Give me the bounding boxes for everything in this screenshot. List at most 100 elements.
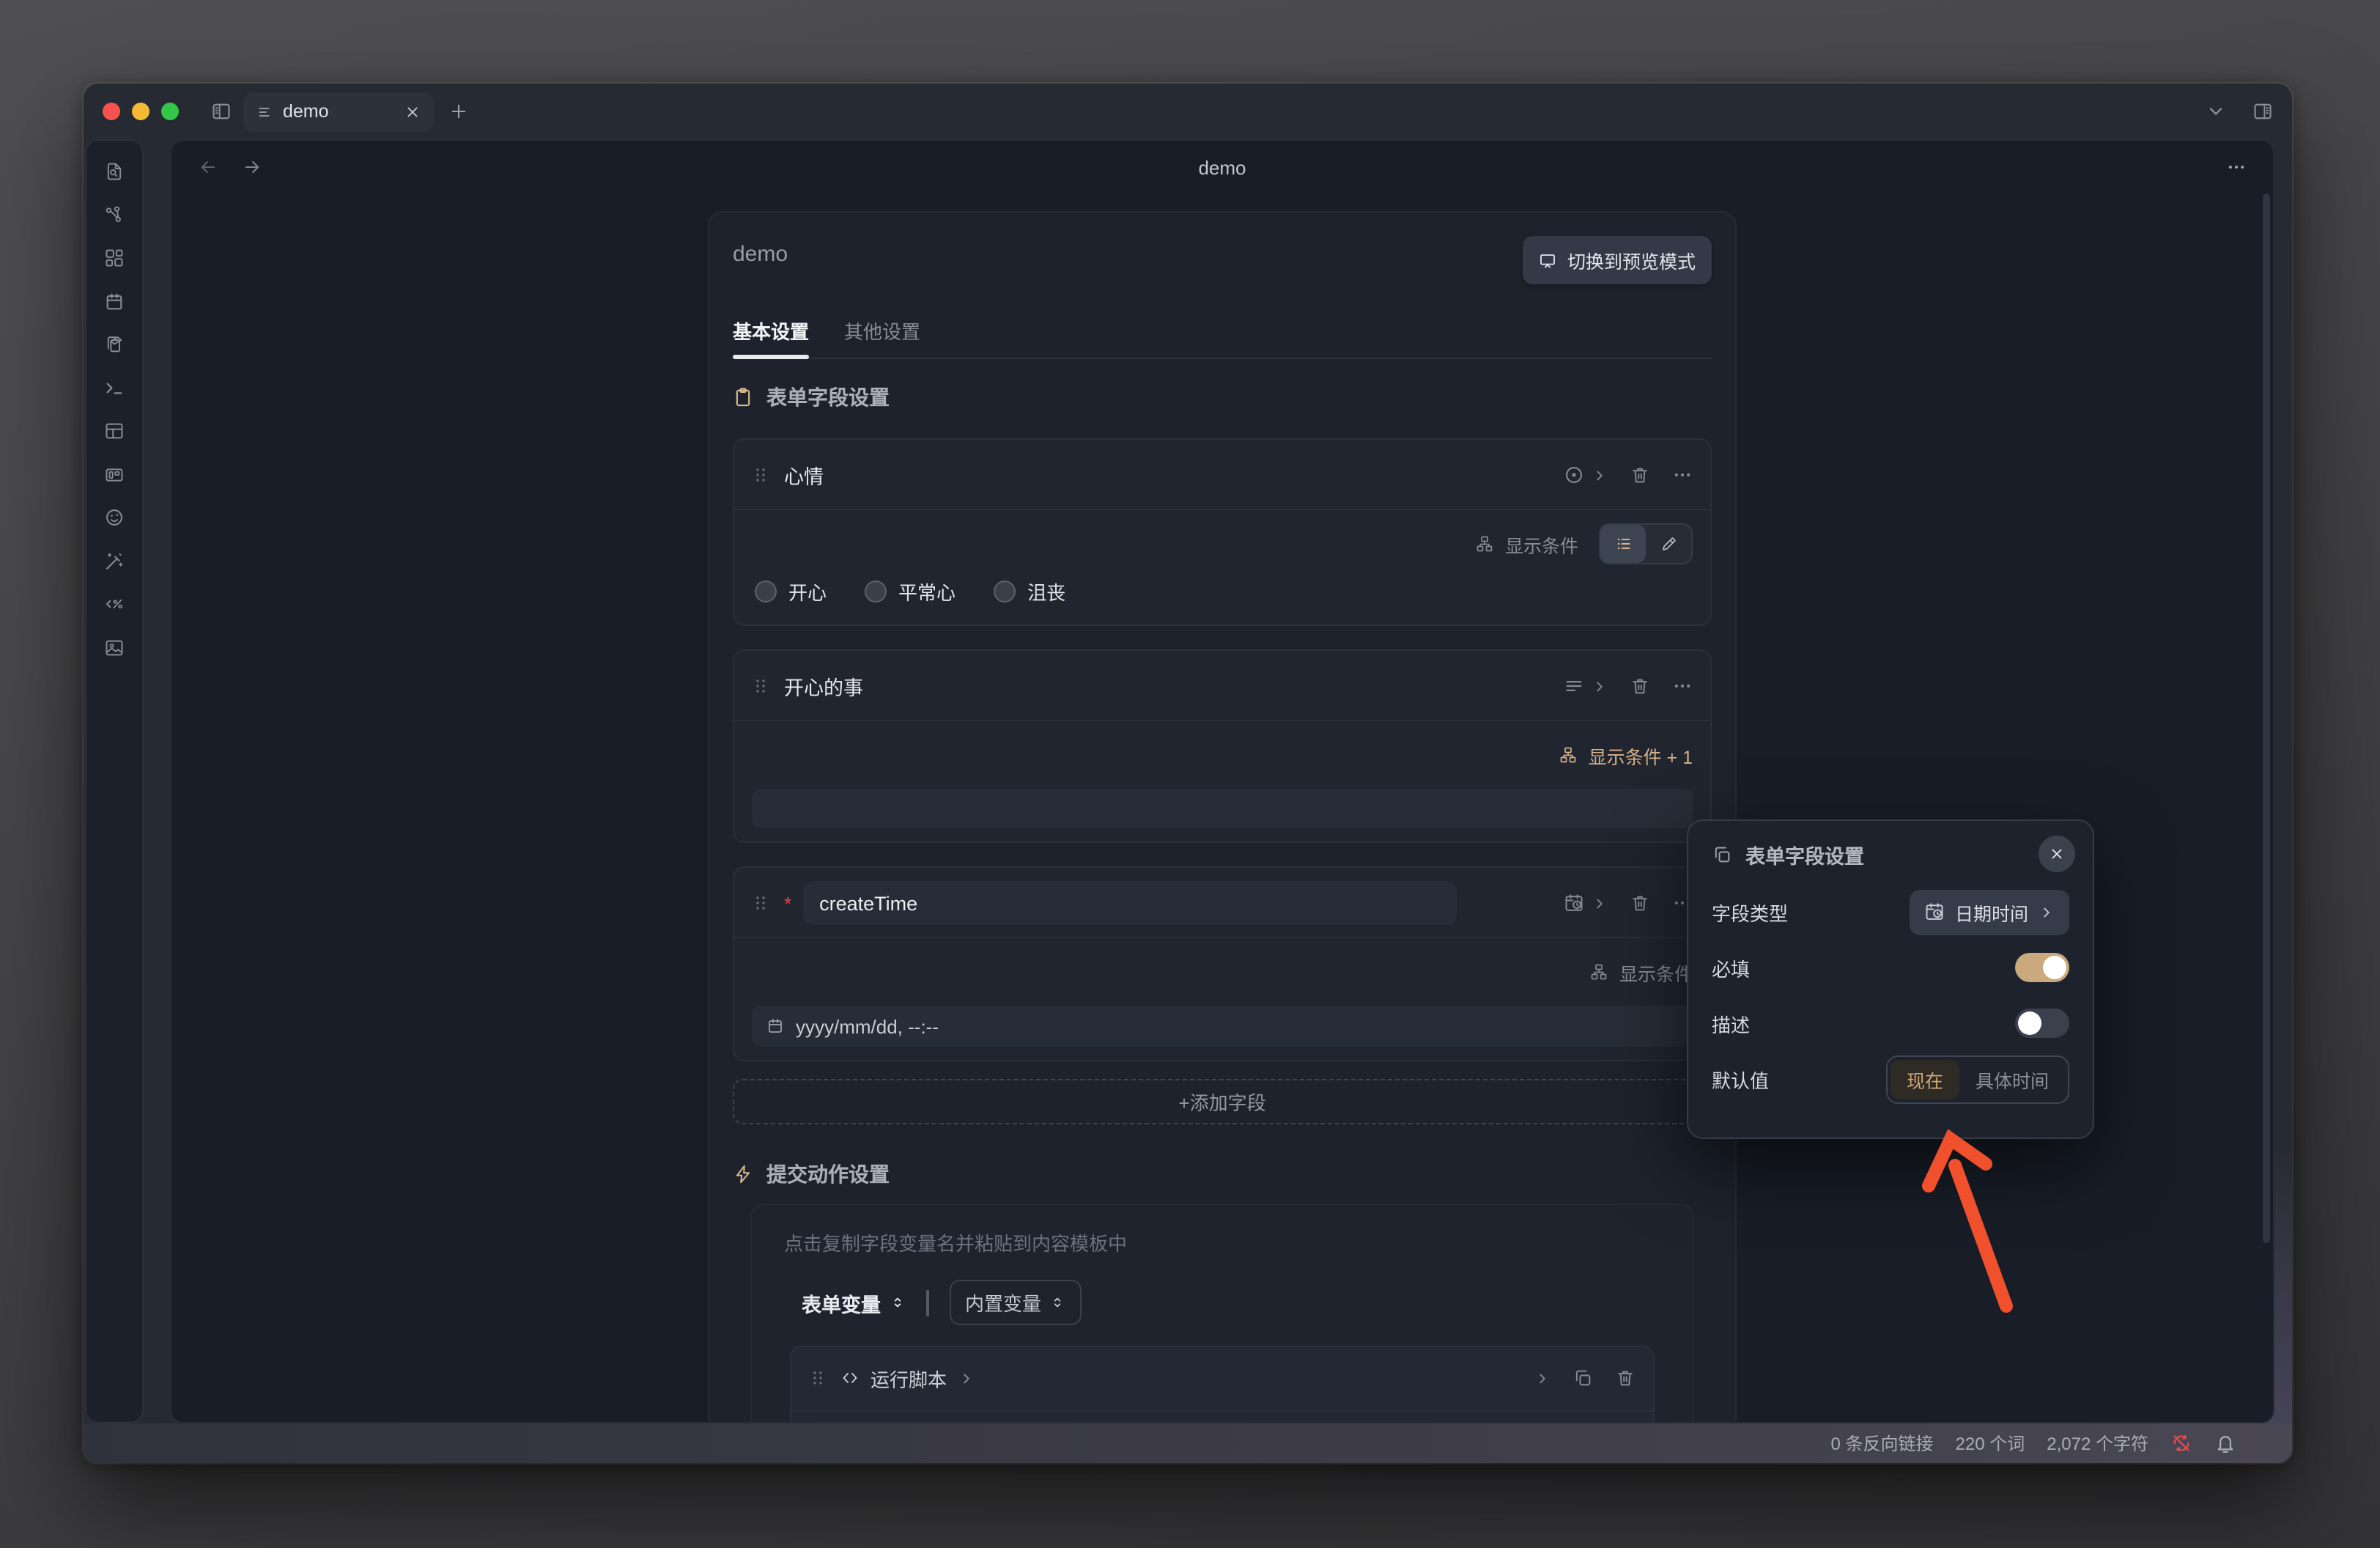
default-specific-time-button[interactable]: 具体时间: [1959, 1059, 2065, 1099]
delete-field-icon[interactable]: [1630, 893, 1650, 913]
radio-option[interactable]: 开心: [755, 578, 827, 605]
delete-field-icon[interactable]: [1630, 676, 1650, 696]
backlinks-count: 0 条反向链接: [1831, 1431, 1934, 1456]
option-edit-mode-button[interactable]: [1646, 525, 1691, 563]
default-now-button[interactable]: 现在: [1891, 1059, 1959, 1099]
radio-circle[interactable]: [994, 580, 1016, 602]
updown-chevrons-icon: [1049, 1294, 1065, 1311]
display-condition-label[interactable]: 显示条件: [1505, 530, 1578, 558]
right-panel-toggle-icon[interactable]: [2252, 101, 2273, 122]
text-lines-icon: [1564, 676, 1584, 696]
layout-table-icon[interactable]: [103, 419, 126, 443]
drag-handle-icon[interactable]: [752, 894, 769, 912]
scrollbar[interactable]: [2263, 194, 2270, 1243]
radio-circle[interactable]: [755, 580, 777, 602]
graph-view-icon[interactable]: [103, 203, 126, 226]
chevron-right-icon: [1592, 467, 1608, 483]
required-toggle[interactable]: [2015, 953, 2069, 982]
close-window-button[interactable]: [103, 103, 120, 120]
display-condition-label[interactable]: 显示条件 + 1: [1589, 741, 1693, 769]
statusbar: 0 条反向链接 220 个词 2,072 个字符: [84, 1423, 2292, 1463]
field-type-select[interactable]: 日期时间: [1910, 889, 2069, 935]
chevron-right-icon: [1592, 678, 1608, 694]
calendar-icon[interactable]: [103, 290, 126, 313]
template-code-icon[interactable]: [103, 592, 126, 616]
sync-error-icon[interactable]: [2170, 1432, 2192, 1454]
sidebar-toggle-icon[interactable]: [211, 101, 232, 122]
field-label[interactable]: 开心的事: [784, 671, 863, 701]
drag-handle-icon[interactable]: [752, 466, 769, 484]
kanban-icon[interactable]: [103, 462, 126, 486]
nav-bar: demo: [171, 141, 2273, 194]
radio-option[interactable]: 沮丧: [994, 578, 1065, 605]
action-type[interactable]: 运行脚本: [841, 1364, 975, 1392]
description-toggle[interactable]: [2015, 1009, 2069, 1038]
calendar-clock-icon: [1564, 893, 1584, 913]
popup-close-button[interactable]: [2039, 836, 2075, 872]
ribbon-sidebar: [85, 139, 144, 1423]
chevron-right-icon: [2039, 904, 2055, 920]
code-brackets-icon: [841, 1369, 859, 1387]
field-type-radio-button[interactable]: [1564, 465, 1608, 485]
default-value-label: 默认值: [1712, 1065, 1769, 1093]
emoji-icon[interactable]: [103, 506, 126, 529]
field-settings-popup: 表单字段设置 字段类型 日期时间 必填: [1687, 819, 2094, 1139]
option-list-mode-button[interactable]: [1600, 525, 1646, 563]
add-field-button[interactable]: +添加字段: [733, 1079, 1712, 1124]
bell-icon[interactable]: [2214, 1432, 2236, 1454]
dashboard-icon[interactable]: [103, 246, 126, 270]
mood-options: 开心 平常心 沮丧: [755, 578, 1690, 605]
condition-sitemap-icon: [1559, 746, 1577, 764]
builtin-variables-select[interactable]: 内置变量: [949, 1280, 1081, 1325]
field-type-datetime-button[interactable]: [1564, 893, 1608, 913]
file-search-icon[interactable]: [103, 160, 126, 183]
tab-close-icon[interactable]: [404, 103, 421, 119]
preview-mode-button[interactable]: 切换到预览模式: [1523, 236, 1712, 284]
tab-other-settings[interactable]: 其他设置: [844, 317, 920, 358]
field-type-text-button[interactable]: [1564, 676, 1608, 696]
expand-action-icon[interactable]: [1534, 1370, 1551, 1386]
minimize-window-button[interactable]: [132, 103, 149, 120]
default-value-switch: 现在 具体时间: [1886, 1055, 2069, 1103]
annotation-arrow: [1918, 1124, 2027, 1315]
display-condition-label[interactable]: 显示条件: [1619, 958, 1693, 986]
chevron-right-icon: [1592, 895, 1608, 911]
radio-option[interactable]: 平常心: [865, 578, 956, 605]
copy-pages-icon[interactable]: [103, 333, 126, 356]
tab-demo[interactable]: demo: [243, 92, 434, 131]
field-block-happy-things: 开心的事: [733, 649, 1712, 843]
drag-handle-icon[interactable]: [752, 677, 769, 695]
delete-field-icon[interactable]: [1630, 465, 1650, 485]
desktop: demo: [0, 0, 2380, 1548]
field-more-icon[interactable]: [1672, 465, 1693, 485]
magic-wand-icon[interactable]: [103, 549, 126, 572]
actions-section-header: 提交动作设置: [733, 1160, 1712, 1189]
condition-sitemap-icon: [1476, 535, 1493, 553]
settings-tabs: 基本设置 其他设置: [733, 317, 1712, 359]
field-name-input[interactable]: createTime: [803, 881, 1457, 925]
tab-basic-settings[interactable]: 基本设置: [733, 317, 809, 358]
field-block-createtime: * createTime: [733, 866, 1712, 1061]
chevron-down-icon[interactable]: [2206, 101, 2226, 122]
fields-section-header: 表单字段设置: [733, 383, 1712, 412]
divider: [926, 1289, 928, 1316]
more-options-icon[interactable]: [2226, 157, 2247, 177]
condition-sitemap-icon: [1590, 963, 1608, 981]
copy-variable-hint: 点击复制字段变量名并粘贴到内容模板中: [784, 1228, 1663, 1256]
terminal-icon[interactable]: [103, 376, 126, 399]
clipboard-icon: [733, 387, 753, 408]
form-variables-select[interactable]: 表单变量: [802, 1288, 906, 1317]
new-tab-button[interactable]: [448, 101, 469, 122]
field-more-icon[interactable]: [1672, 676, 1693, 696]
drag-handle-icon[interactable]: [809, 1369, 827, 1387]
note-title: demo: [171, 156, 2273, 178]
radio-circle[interactable]: [865, 580, 887, 602]
pencil-icon: [1660, 535, 1677, 553]
delete-action-icon[interactable]: [1615, 1368, 1636, 1388]
text-field-input[interactable]: [752, 789, 1693, 828]
zoom-window-button[interactable]: [161, 103, 179, 120]
field-label[interactable]: 心情: [784, 460, 824, 490]
datetime-picker-input[interactable]: yyyy/mm/dd, --:--: [752, 1006, 1693, 1047]
duplicate-action-icon[interactable]: [1572, 1368, 1593, 1388]
image-icon[interactable]: [103, 635, 126, 659]
